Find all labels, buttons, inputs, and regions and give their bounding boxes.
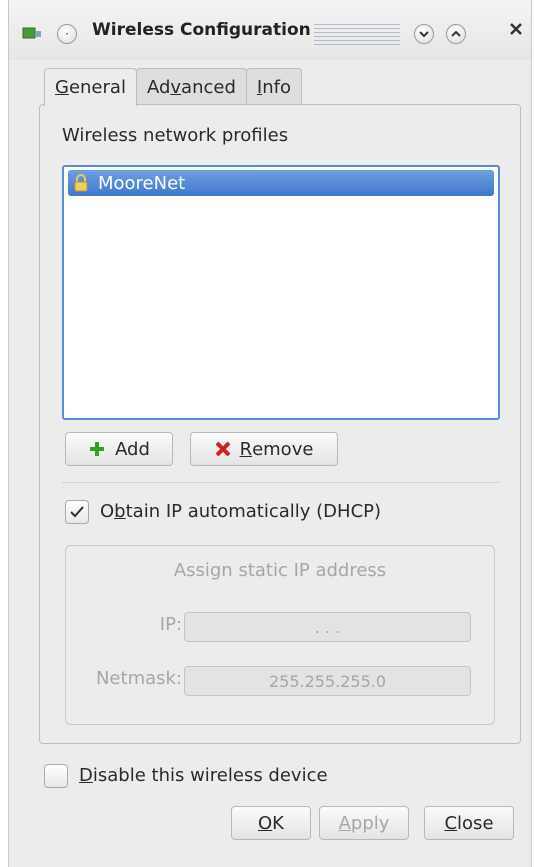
dhcp-checkbox[interactable] <box>65 500 89 524</box>
close-icon <box>510 23 522 35</box>
title-decoration <box>314 24 400 46</box>
dhcp-mnemonic: b <box>114 501 126 522</box>
tab-advanced-label-rest: anced <box>181 76 236 98</box>
wireless-configuration-window: · Wireless Configuration General Ad v ance… <box>8 0 532 867</box>
profiles-list[interactable]: MooreNet <box>62 165 500 420</box>
close-label: lose <box>457 812 494 834</box>
window-title: Wireless Configuration <box>92 20 311 40</box>
close-button[interactable]: Close <box>424 806 514 840</box>
remove-profile-button[interactable]: Remove <box>190 432 338 466</box>
add-profile-button[interactable]: Add <box>65 432 173 466</box>
ok-button[interactable]: OK <box>231 806 311 840</box>
apply-label: pply <box>350 812 390 834</box>
disable-label-rest: isable this wireless device <box>92 765 328 786</box>
profiles-label: Wireless network profiles <box>62 125 289 146</box>
tab-advanced-label: Ad <box>146 76 171 98</box>
tab-general-label-rest: eneral <box>68 77 126 98</box>
dhcp-label[interactable]: Obtain IP automatically (DHCP) <box>100 501 381 522</box>
close-mnemonic: C <box>444 812 458 834</box>
tab-advanced[interactable]: Ad v anced <box>135 68 247 105</box>
close-window-button[interactable] <box>509 20 523 41</box>
disable-device-checkbox[interactable] <box>44 764 68 788</box>
ip-label: IP: <box>159 614 182 635</box>
tab-general-mnemonic: G <box>55 77 69 98</box>
add-icon <box>88 440 106 458</box>
ip-address-field[interactable]: . . . <box>184 612 471 642</box>
maximize-button[interactable] <box>446 24 466 44</box>
remove-mnemonic: R <box>239 438 253 460</box>
lock-icon <box>74 174 88 192</box>
profile-item-moorenet[interactable]: MooreNet <box>68 170 494 196</box>
tab-info-label-rest: nfo <box>262 76 291 98</box>
dhcp-label-prefix: O <box>100 501 115 522</box>
disable-mnemonic: D <box>79 765 93 786</box>
remove-icon <box>215 441 231 457</box>
netmask-label: Netmask: <box>95 668 182 689</box>
add-label: Add <box>115 438 150 460</box>
netmask-field[interactable]: 255.255.255.0 <box>184 666 471 696</box>
window-menu-button[interactable]: · <box>57 24 77 44</box>
general-tab-pane: Wireless network profiles MooreNet Add R… <box>39 104 521 744</box>
apply-button[interactable]: Apply <box>319 806 409 840</box>
apply-mnemonic: A <box>338 812 351 834</box>
ok-mnemonic: O <box>258 812 273 834</box>
static-ip-group-title: Assign static IP address <box>173 560 387 581</box>
disable-device-label[interactable]: Disable this wireless device <box>79 765 328 786</box>
static-ip-group: Assign static IP address IP: . . . Netma… <box>65 545 495 725</box>
title-bar[interactable]: · Wireless Configuration <box>9 0 531 60</box>
checkmark-icon <box>70 506 84 518</box>
dhcp-label-rest: tain IP automatically (DHCP) <box>125 501 382 522</box>
minimize-button[interactable] <box>414 24 434 44</box>
separator <box>62 482 500 483</box>
chevron-up-icon <box>451 30 461 37</box>
profile-name: MooreNet <box>98 172 186 194</box>
ok-label: K <box>272 812 284 834</box>
network-card-icon[interactable] <box>22 25 42 41</box>
chevron-down-icon <box>419 31 429 38</box>
tab-info[interactable]: Info <box>245 68 302 105</box>
tab-general[interactable]: General <box>44 68 137 106</box>
tab-advanced-mnemonic: v <box>170 76 182 98</box>
tab-bar: General Ad v anced Info <box>44 68 302 106</box>
remove-label: emove <box>252 438 314 460</box>
